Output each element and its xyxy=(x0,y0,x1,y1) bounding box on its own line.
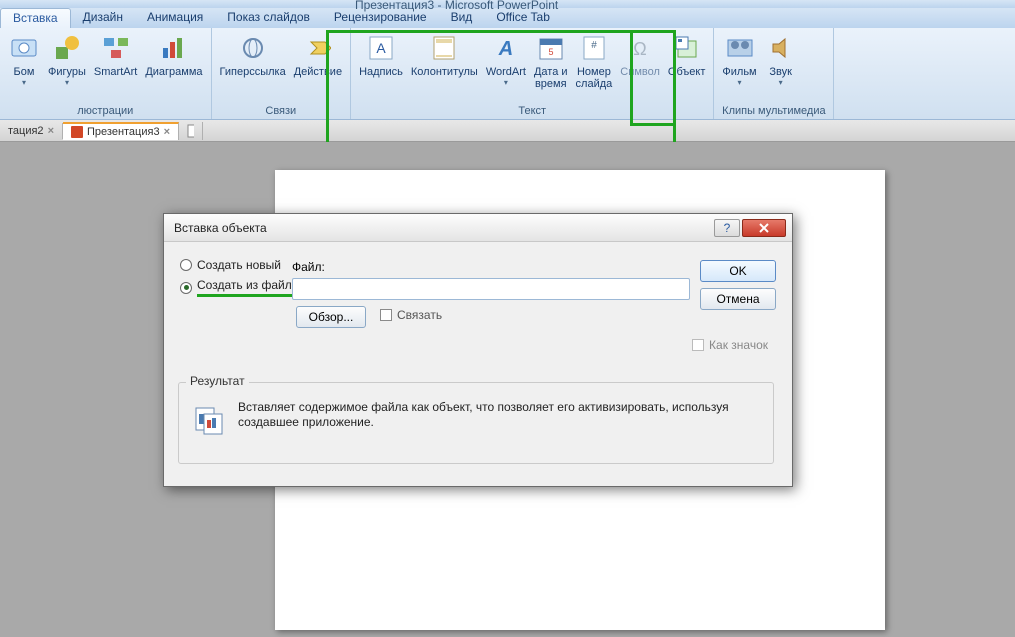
help-icon: ? xyxy=(724,221,731,235)
btn-smartart[interactable]: SmartArt xyxy=(90,30,141,80)
svg-text:A: A xyxy=(498,38,513,60)
dialog-help-button[interactable]: ? xyxy=(714,219,740,237)
powerpoint-icon xyxy=(71,126,83,138)
btn-object[interactable]: Объект xyxy=(664,30,709,80)
svg-text:Ω: Ω xyxy=(633,39,646,59)
doctab-1[interactable]: тация2 × xyxy=(0,123,63,139)
group-links: Гиперссылка Действие Связи xyxy=(212,28,352,119)
btn-album[interactable]: Бом▾ xyxy=(4,30,44,89)
checkbox-icon xyxy=(380,309,392,321)
group-label-links: Связи xyxy=(216,105,347,119)
btn-action[interactable]: Действие xyxy=(290,30,346,80)
group-media: Фильм▾ Звук▾ Клипы мультимедиа xyxy=(714,28,834,119)
btn-textbox[interactable]: AНадпись xyxy=(355,30,407,80)
insert-object-dialog: Вставка объекта ? Создать новый Создать … xyxy=(163,213,793,487)
btn-slidenumber[interactable]: #Номер слайда xyxy=(572,30,617,92)
group-text: AНадпись Колонтитулы AWordArt▾ 5Дата и в… xyxy=(351,28,714,119)
dialog-titlebar[interactable]: Вставка объекта ? xyxy=(164,214,792,242)
btn-headerfooter[interactable]: Колонтитулы xyxy=(407,30,482,80)
btn-hyperlink[interactable]: Гиперссылка xyxy=(216,30,290,80)
btn-shapes[interactable]: Фигуры▾ xyxy=(44,30,90,89)
checkbox-icon xyxy=(692,339,704,351)
browse-button[interactable]: Обзор... xyxy=(296,306,366,328)
result-icon xyxy=(192,406,226,436)
dialog-close-button[interactable] xyxy=(742,219,786,237)
svg-text:A: A xyxy=(376,40,386,56)
result-legend: Результат xyxy=(186,374,249,388)
btn-movie[interactable]: Фильм▾ xyxy=(718,30,760,89)
radio-icon xyxy=(180,259,192,271)
group-label-text: Текст xyxy=(355,105,709,119)
close-icon[interactable]: × xyxy=(48,125,54,137)
group-label-illustrations: люстрации xyxy=(4,105,207,119)
radio-icon xyxy=(180,282,192,294)
as-icon-checkbox[interactable]: Как значок xyxy=(692,338,768,352)
svg-text:#: # xyxy=(591,40,597,51)
page-icon xyxy=(187,124,194,138)
tab-insert[interactable]: Вставка xyxy=(0,8,71,28)
btn-symbol[interactable]: ΩСимвол xyxy=(616,30,664,80)
tab-design[interactable]: Дизайн xyxy=(71,8,135,28)
btn-wordart[interactable]: AWordArt▾ xyxy=(482,30,530,89)
doctab-2[interactable]: Презентация3 × xyxy=(63,122,179,140)
link-checkbox[interactable]: Связать xyxy=(380,308,442,322)
close-icon xyxy=(758,223,770,233)
cancel-button[interactable]: Отмена xyxy=(700,288,776,310)
file-label: Файл: xyxy=(292,260,325,274)
btn-chart[interactable]: Диаграмма xyxy=(141,30,206,80)
tab-animation[interactable]: Анимация xyxy=(135,8,215,28)
close-icon[interactable]: × xyxy=(164,126,170,138)
dialog-title: Вставка объекта xyxy=(174,221,267,235)
document-tabs: тация2 × Презентация3 × xyxy=(0,120,1015,142)
tab-slideshow[interactable]: Показ слайдов xyxy=(215,8,322,28)
svg-text:5: 5 xyxy=(548,47,553,57)
radio-create-new[interactable]: Создать новый xyxy=(180,258,780,272)
ribbon: Бом▾ Фигуры▾ SmartArt Диаграмма люстраци… xyxy=(0,28,1015,120)
file-path-input[interactable] xyxy=(292,278,690,300)
group-label-media: Клипы мультимедиа xyxy=(718,105,829,119)
btn-datetime[interactable]: 5Дата и время xyxy=(530,30,572,92)
doctab-new[interactable] xyxy=(179,122,203,140)
window-title: Презентация3 - Microsoft PowerPoint xyxy=(355,0,558,12)
btn-sound[interactable]: Звук▾ xyxy=(761,30,801,89)
group-illustrations: Бом▾ Фигуры▾ SmartArt Диаграмма люстраци… xyxy=(0,28,212,119)
ok-button[interactable]: OK xyxy=(700,260,776,282)
result-text: Вставляет содержимое файла как объект, ч… xyxy=(238,400,738,430)
